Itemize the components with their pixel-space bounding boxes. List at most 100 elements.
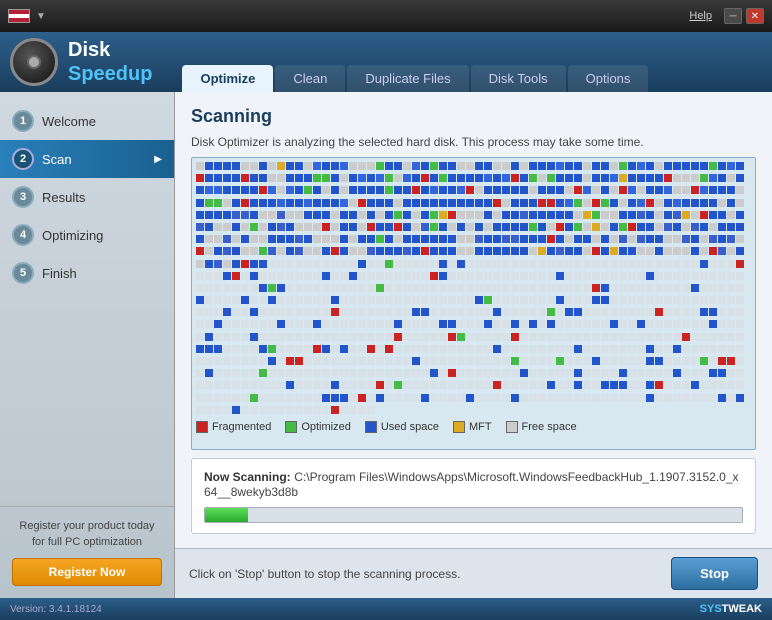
- tab-options[interactable]: Options: [568, 65, 649, 92]
- disk-cell: [718, 308, 726, 316]
- disk-cell: [376, 174, 384, 182]
- help-link[interactable]: Help: [689, 10, 712, 22]
- disk-cell: [610, 247, 618, 255]
- disk-cell: [232, 247, 240, 255]
- legend-color-free: [506, 421, 518, 433]
- disk-cell: [457, 174, 465, 182]
- disk-cell: [709, 199, 717, 207]
- disk-cell: [331, 369, 339, 377]
- disk-cell: [592, 381, 600, 389]
- step-scan[interactable]: 2 Scan ▶: [0, 140, 174, 178]
- disk-cell: [331, 284, 339, 292]
- disk-cell: [286, 369, 294, 377]
- disk-cell: [664, 211, 672, 219]
- disk-cell: [673, 260, 681, 268]
- tab-optimize[interactable]: Optimize: [182, 65, 273, 92]
- disk-cell: [277, 260, 285, 268]
- step-welcome[interactable]: 1 Welcome: [0, 102, 174, 140]
- disk-cell: [619, 345, 627, 353]
- disk-cell: [529, 199, 537, 207]
- disk-cell: [304, 320, 312, 328]
- disk-cell: [385, 381, 393, 389]
- stop-button[interactable]: Stop: [671, 557, 758, 590]
- disk-cell: [628, 247, 636, 255]
- disk-cell: [403, 320, 411, 328]
- step-finish[interactable]: 5 Finish: [0, 254, 174, 292]
- disk-cell: [556, 162, 564, 170]
- disk-cell: [439, 296, 447, 304]
- disk-cell: [439, 284, 447, 292]
- disk-cell: [718, 369, 726, 377]
- disk-cell: [637, 381, 645, 389]
- disk-cell: [322, 235, 330, 243]
- disk-cell: [457, 235, 465, 243]
- disk-cell: [556, 174, 564, 182]
- disk-cell: [403, 394, 411, 402]
- register-now-button[interactable]: Register Now: [12, 558, 162, 586]
- disk-cell: [457, 284, 465, 292]
- disk-cell: [700, 320, 708, 328]
- disk-cell: [196, 162, 204, 170]
- disk-cell: [304, 260, 312, 268]
- disk-cell: [457, 345, 465, 353]
- disk-cell: [439, 272, 447, 280]
- disk-cell: [502, 320, 510, 328]
- disk-cell: [682, 369, 690, 377]
- disk-cell: [547, 394, 555, 402]
- title-bar-dropdown-icon[interactable]: ▼: [36, 11, 46, 22]
- disk-cell: [592, 369, 600, 377]
- disk-cell: [439, 381, 447, 389]
- disk-cell: [529, 369, 537, 377]
- disk-cell: [412, 211, 420, 219]
- disk-cell: [484, 284, 492, 292]
- disk-cell: [538, 223, 546, 231]
- disk-cell: [565, 320, 573, 328]
- disk-cell: [727, 345, 735, 353]
- tab-clean[interactable]: Clean: [275, 65, 345, 92]
- disk-cell: [691, 260, 699, 268]
- disk-cell: [430, 211, 438, 219]
- disk-cell: [484, 186, 492, 194]
- disk-cell: [682, 174, 690, 182]
- disk-cell: [565, 333, 573, 341]
- step-results[interactable]: 3 Results: [0, 178, 174, 216]
- disk-cell: [430, 162, 438, 170]
- disk-cell: [331, 296, 339, 304]
- step-label-scan: Scan: [42, 152, 72, 167]
- disk-cell: [502, 174, 510, 182]
- disk-cell: [502, 394, 510, 402]
- disk-cell: [277, 357, 285, 365]
- disk-cell: [421, 369, 429, 377]
- disk-cell: [259, 381, 267, 389]
- disk-cell: [529, 162, 537, 170]
- disk-cell: [475, 284, 483, 292]
- disk-cell: [736, 162, 744, 170]
- disk-cell: [529, 320, 537, 328]
- minimize-button[interactable]: ─: [724, 8, 742, 24]
- disk-cell: [538, 320, 546, 328]
- disk-cell: [268, 186, 276, 194]
- disk-cell: [214, 223, 222, 231]
- disk-cell: [331, 174, 339, 182]
- disk-cell: [682, 235, 690, 243]
- disk-cell: [583, 345, 591, 353]
- tab-duplicate-files[interactable]: Duplicate Files: [347, 65, 468, 92]
- disk-cell: [520, 357, 528, 365]
- disk-cell: [601, 394, 609, 402]
- disk-cell: [367, 211, 375, 219]
- disk-cell: [727, 284, 735, 292]
- disk-cell: [628, 211, 636, 219]
- disk-cell: [574, 162, 582, 170]
- disk-cell: [655, 186, 663, 194]
- disk-cell: [349, 199, 357, 207]
- disk-cell: [700, 174, 708, 182]
- disk-cell: [493, 296, 501, 304]
- tab-disk-tools[interactable]: Disk Tools: [471, 65, 566, 92]
- disk-cell: [250, 357, 258, 365]
- disk-cell: [232, 381, 240, 389]
- disk-cell: [205, 320, 213, 328]
- disk-cell: [412, 247, 420, 255]
- disk-cell: [214, 394, 222, 402]
- close-button[interactable]: ✕: [746, 8, 764, 24]
- step-optimizing[interactable]: 4 Optimizing: [0, 216, 174, 254]
